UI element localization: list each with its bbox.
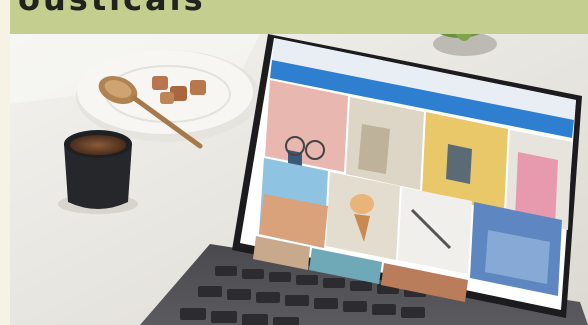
coffee-cup <box>58 130 138 214</box>
title-banner: ousticals <box>10 0 588 34</box>
photo-tile-pink-cyclist <box>265 80 348 172</box>
banner-title: ousticals <box>18 0 206 18</box>
page-frame: ousticals <box>0 0 588 325</box>
photo-tile-lamp <box>398 187 472 274</box>
laptop-photo <box>10 34 588 325</box>
photo-illustration <box>10 34 588 325</box>
